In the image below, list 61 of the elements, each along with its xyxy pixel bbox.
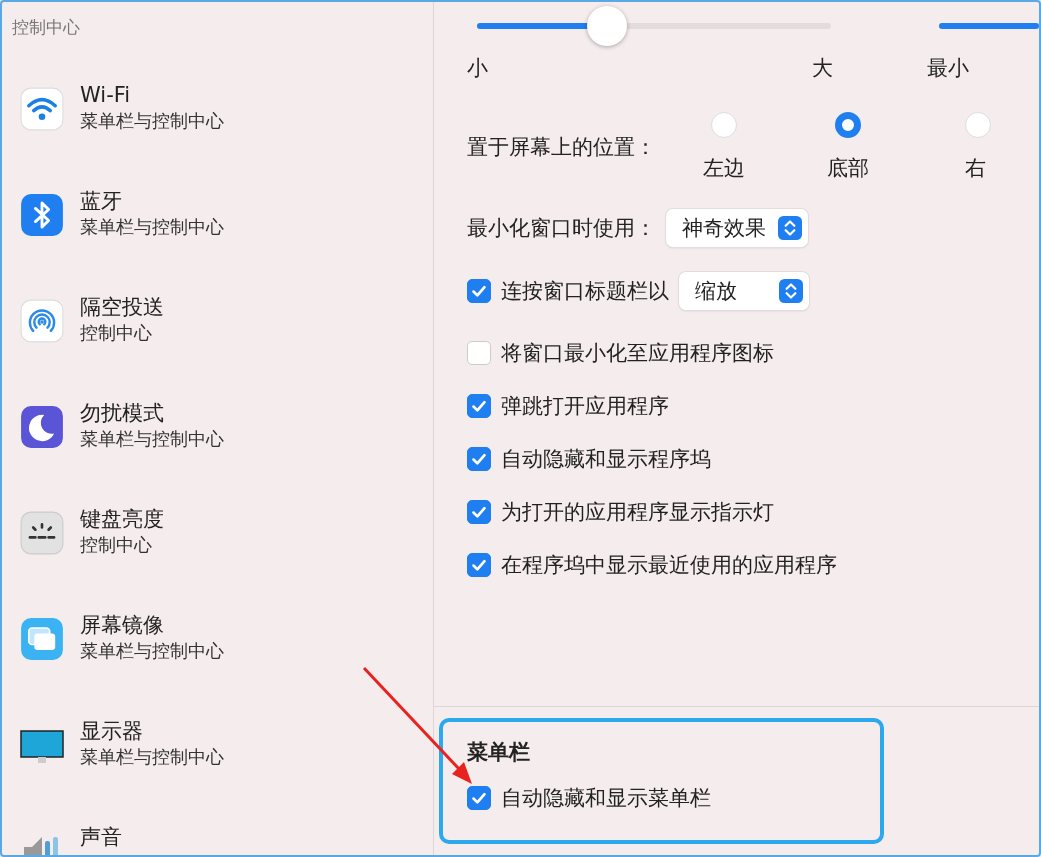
item-subtitle: 菜单栏与控制中心 — [80, 745, 224, 769]
popup-value: 神奇效果 — [682, 215, 766, 242]
sidebar-item[interactable]: 屏幕镜像 菜单栏与控制中心 — [2, 611, 433, 717]
screen-mirroring-icon — [20, 617, 64, 661]
bluetooth-icon — [20, 193, 64, 237]
slider-thumb[interactable] — [587, 6, 628, 46]
airdrop-icon — [20, 299, 64, 343]
position-label: 置于屏幕上的位置： — [467, 134, 657, 161]
minimize-effect-label: 最小化窗口时使用： — [467, 215, 656, 242]
sidebar-item[interactable]: 声音 — [2, 823, 433, 855]
effect-popup[interactable]: 神奇效果 — [666, 209, 808, 247]
moon-icon — [20, 405, 64, 449]
checkbox[interactable] — [467, 393, 491, 418]
radio-label: 底部 — [827, 155, 869, 182]
checkbox[interactable] — [467, 552, 491, 577]
double-click-popup[interactable]: 缩放 — [679, 272, 809, 310]
sidebar-item[interactable]: 显示器 菜单栏与控制中心 — [2, 717, 433, 823]
sidebar-item[interactable]: 蓝牙 菜单栏与控制中心 — [2, 187, 433, 293]
item-title: 显示器 — [80, 718, 144, 745]
item-subtitle: 控制中心 — [80, 321, 153, 345]
checkbox-label: 连按窗口标题栏以 — [501, 278, 669, 305]
stepper-icon — [778, 216, 802, 240]
checkbox-label: 为打开的应用程序显示指示灯 — [501, 498, 774, 526]
checkbox[interactable] — [467, 499, 491, 524]
item-subtitle: 菜单栏与控制中心 — [80, 109, 224, 133]
radio-button[interactable] — [835, 112, 861, 138]
item-title: Wi-Fi — [80, 82, 132, 109]
radio-label: 右 — [965, 155, 986, 182]
item-title: 勿扰模式 — [80, 400, 165, 427]
sidebar-item[interactable]: 勿扰模式 菜单栏与控制中心 — [2, 399, 433, 505]
item-title: 隔空投送 — [80, 294, 164, 321]
checkbox-label: 将窗口最小化至应用程序图标 — [501, 339, 774, 367]
sidebar-item[interactable]: 隔空投送 控制中心 — [2, 293, 433, 399]
wifi-icon — [20, 87, 64, 131]
checkbox[interactable] — [467, 279, 491, 303]
checkbox[interactable] — [467, 786, 491, 810]
item-subtitle: 菜单栏与控制中心 — [80, 427, 224, 451]
checkbox-label: 自动隐藏和显示菜单栏 — [501, 785, 711, 812]
radio-label: 左边 — [703, 155, 745, 182]
item-subtitle: 菜单栏与控制中心 — [80, 215, 224, 239]
item-subtitle: 菜单栏与控制中心 — [80, 639, 224, 663]
checkbox-label: 自动隐藏和显示程序坞 — [501, 445, 711, 473]
checkbox[interactable] — [467, 340, 491, 365]
checkbox-label: 在程序坞中显示最近使用的应用程序 — [501, 551, 837, 579]
sidebar-item[interactable]: Wi-Fi 菜单栏与控制中心 — [2, 81, 433, 187]
keyboard-brightness-icon — [20, 511, 64, 555]
item-title: 声音 — [80, 824, 122, 851]
item-title: 蓝牙 — [80, 188, 123, 215]
item-subtitle: 控制中心 — [80, 533, 153, 557]
checkbox-label: 弹跳打开应用程序 — [501, 392, 669, 420]
item-title: 键盘亮度 — [80, 506, 164, 533]
section-title: 菜单栏 — [467, 739, 531, 766]
stepper-icon — [779, 279, 803, 303]
item-title: 屏幕镜像 — [80, 612, 165, 639]
slider-max-label: 大 — [812, 55, 834, 82]
sidebar-item[interactable]: 键盘亮度 控制中心 — [2, 505, 433, 611]
slider-min-label: 小 — [467, 55, 489, 82]
popup-value: 缩放 — [695, 278, 737, 305]
section-title: 控制中心 — [11, 16, 81, 39]
checkbox[interactable] — [467, 446, 491, 471]
slider-min-label: 最小 — [927, 55, 969, 82]
